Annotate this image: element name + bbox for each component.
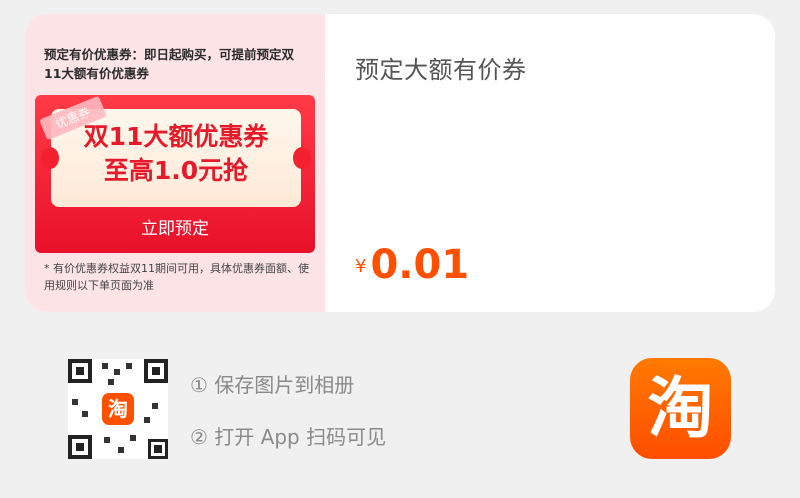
qr-finder	[68, 435, 92, 459]
qr-module	[152, 403, 158, 409]
qr-logo: 淘	[102, 393, 134, 425]
product-card[interactable]: 预定有价优惠券：即日起购买，可提前预定双11大额有价优惠券 双11大额优惠券 至…	[25, 14, 775, 312]
qr-module	[126, 363, 132, 369]
qr-finder	[144, 359, 168, 383]
taobao-app-icon: 淘	[630, 358, 731, 459]
coupon-banner: 双11大额优惠券 至高1.0元抢 优惠券 立即预定	[35, 95, 315, 253]
reserve-button: 立即预定	[141, 219, 209, 239]
qr-module	[144, 417, 150, 423]
product-title: 预定大额有价券	[355, 56, 527, 84]
qr-module	[82, 411, 88, 417]
currency-symbol: ¥	[355, 256, 367, 277]
qr-module	[108, 379, 114, 385]
instruction-step-1: ① 保存图片到相册	[190, 373, 355, 397]
qr-module	[130, 435, 136, 441]
qr-module	[72, 399, 78, 405]
coupon-ticket: 双11大额优惠券 至高1.0元抢	[41, 109, 311, 207]
cover-note: 预定有价优惠券：即日起购买，可提前预定双11大额有价优惠券	[44, 47, 295, 81]
qr-module	[102, 363, 108, 369]
qr-module	[118, 447, 124, 453]
instruction-step-2: ② 打开 App 扫码可见	[190, 425, 387, 449]
qr-finder	[148, 439, 168, 459]
disclaimer-text: * 有价优惠券权益双11期间可用，具体优惠券面额、使用规则以下单页面为准	[44, 262, 309, 292]
price-value: 0.01	[370, 242, 470, 288]
coupon-cover-image: 预定有价优惠券：即日起购买，可提前预定双11大额有价优惠券 双11大额优惠券 至…	[25, 14, 325, 312]
coupon-headline: 双11大额优惠券	[83, 122, 269, 151]
qr-finder	[68, 359, 92, 383]
qr-module	[104, 437, 110, 443]
price-display: ¥0.01	[355, 242, 469, 288]
qr-code-icon: 淘	[68, 359, 168, 459]
coupon-subline: 至高1.0元抢	[103, 156, 249, 185]
qr-module	[114, 369, 120, 375]
